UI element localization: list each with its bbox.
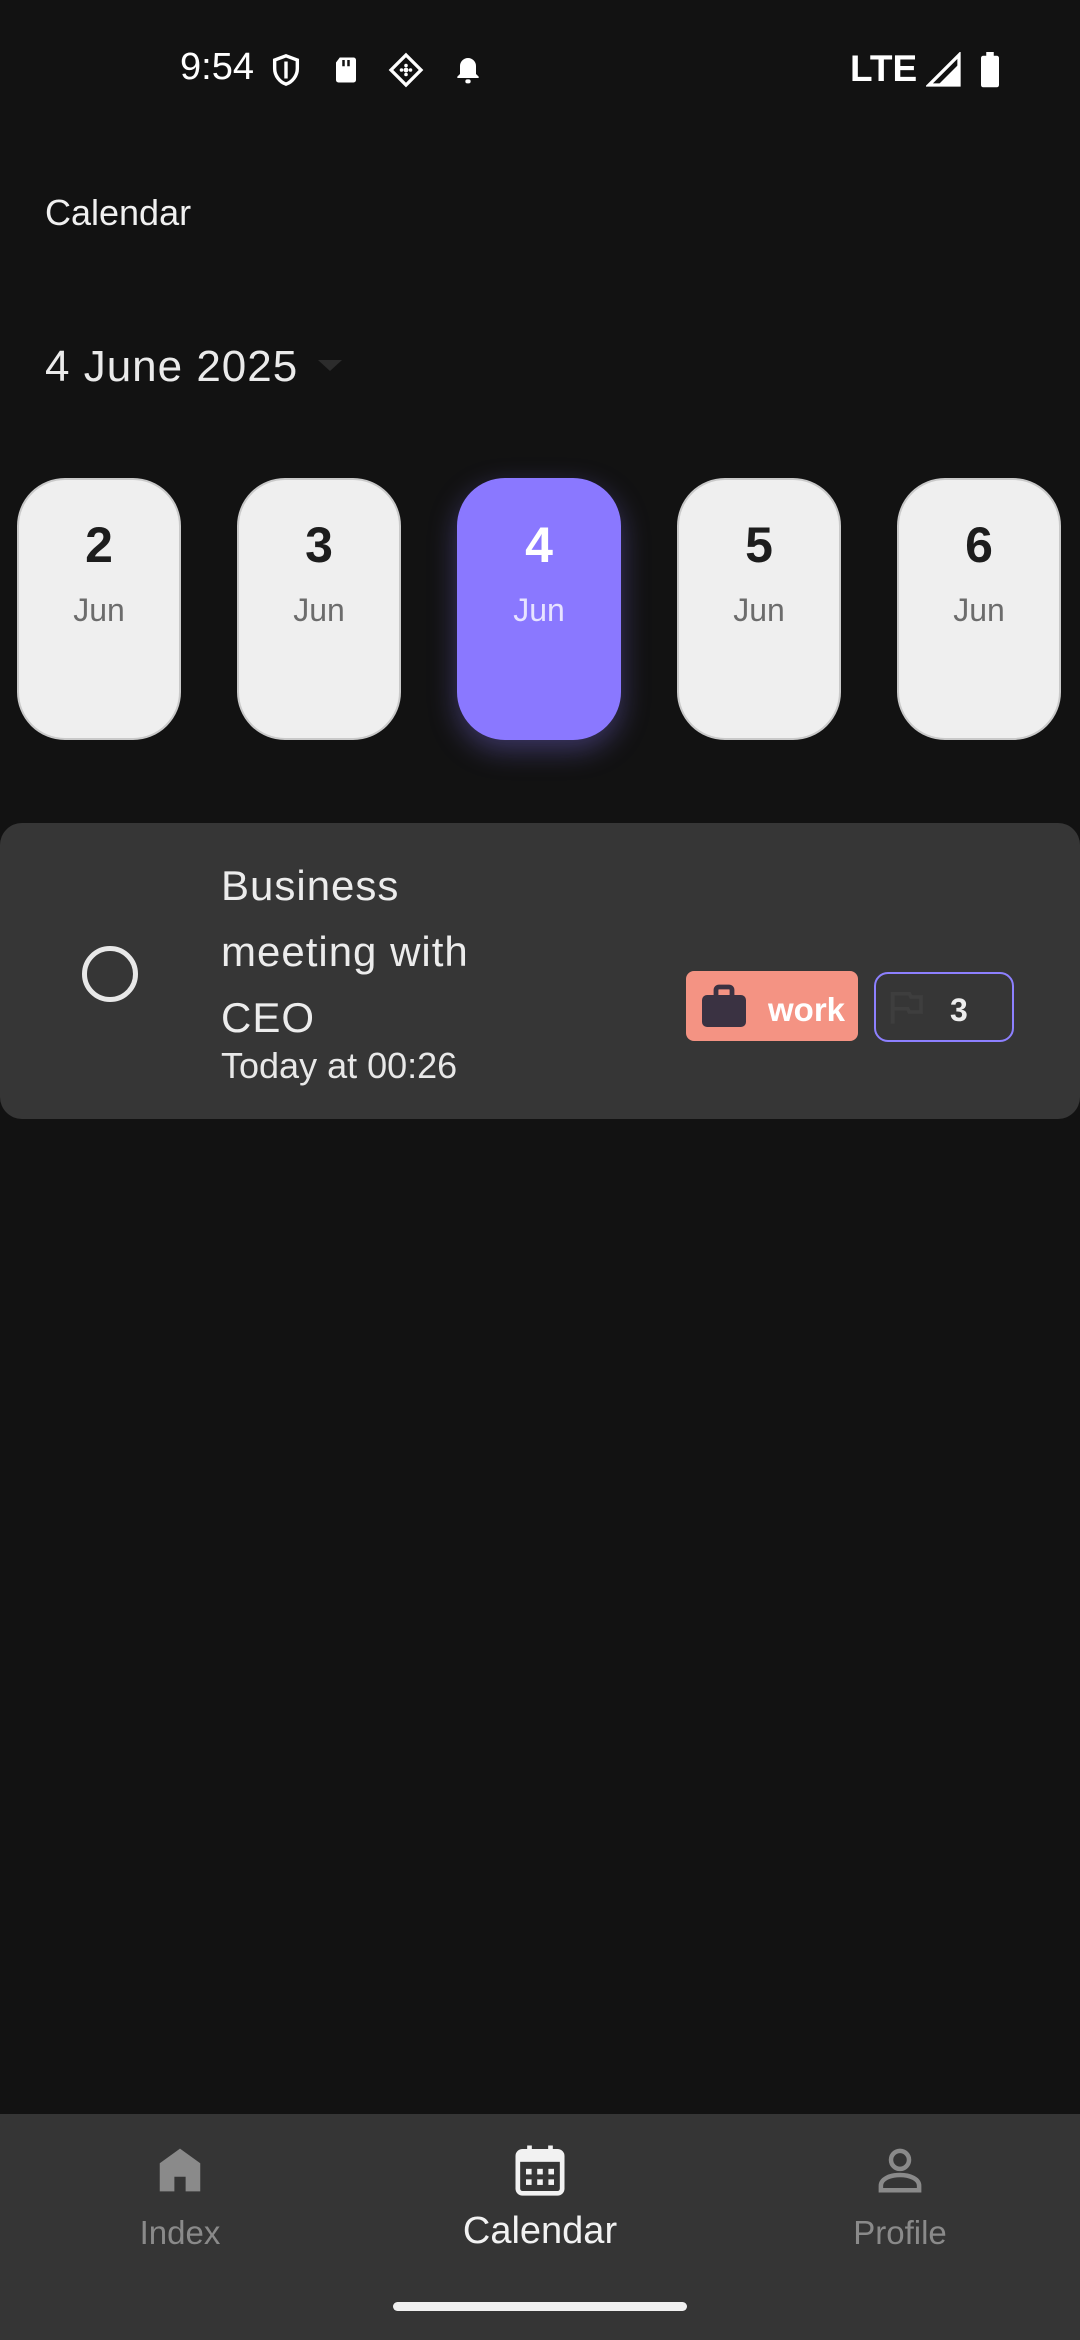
day-card[interactable]: 2 Jun: [17, 478, 181, 740]
signal-icon: [926, 52, 962, 88]
day-number: 6: [965, 517, 993, 573]
day-month: Jun: [293, 592, 345, 628]
notification-bell-icon: [450, 52, 486, 88]
calendar-icon: [512, 2142, 568, 2198]
nfc-diamond-icon: [388, 52, 424, 88]
calendar-screen: 9:54 LTE Calendar 4 June 2025 2 Jun 3 Ju…: [0, 0, 1080, 2340]
selected-date-label: 4 June 2025: [45, 342, 299, 391]
day-month: Jun: [73, 592, 125, 628]
battery-icon: [972, 52, 1008, 88]
network-type: LTE: [850, 48, 918, 89]
day-card[interactable]: 5 Jun: [677, 478, 841, 740]
status-bar: 9:54 LTE: [0, 0, 1080, 140]
page-title: Calendar: [45, 192, 192, 233]
priority-tag[interactable]: 3: [874, 972, 1014, 1042]
day-card[interactable]: 6 Jun: [897, 478, 1061, 740]
home-icon: [152, 2142, 208, 2198]
day-number: 2: [85, 517, 113, 573]
priority-label: 3: [950, 992, 968, 1028]
task-title: Business meeting with CEO: [221, 862, 469, 1041]
nav-label: Index: [139, 2214, 221, 2251]
day-month: Jun: [513, 592, 565, 628]
day-card[interactable]: 3 Jun: [237, 478, 401, 740]
status-time: 9:54: [180, 46, 254, 88]
nav-label: Profile: [853, 2214, 947, 2251]
shield-icon: [268, 52, 304, 88]
briefcase-icon: [700, 983, 748, 1034]
category-tag[interactable]: work: [686, 971, 858, 1041]
gesture-home-indicator[interactable]: [393, 2302, 687, 2311]
nav-item-profile[interactable]: Profile: [720, 2114, 1080, 2314]
dropdown-arrow-icon: [316, 357, 344, 378]
flag-icon: [886, 986, 926, 1033]
person-icon: [872, 2142, 928, 2198]
sd-card-icon: [328, 52, 364, 88]
day-month: Jun: [733, 592, 785, 628]
category-label: work: [768, 991, 846, 1028]
nav-item-calendar[interactable]: Calendar: [360, 2114, 720, 2314]
date-selector-dropdown[interactable]: 4 June 2025: [45, 342, 344, 392]
nav-label: Calendar: [462, 2210, 618, 2252]
day-card-selected[interactable]: 4 Jun: [457, 478, 621, 740]
task-time: Today at 00:26: [221, 1045, 458, 1086]
task-card[interactable]: Business meeting with CEO Today at 00:26…: [0, 823, 1080, 1119]
task-complete-checkbox[interactable]: [82, 946, 138, 1002]
day-number: 3: [305, 517, 333, 573]
day-month: Jun: [953, 592, 1005, 628]
day-number: 4: [525, 517, 553, 573]
day-number: 5: [745, 517, 773, 573]
nav-item-index[interactable]: Index: [0, 2114, 360, 2314]
